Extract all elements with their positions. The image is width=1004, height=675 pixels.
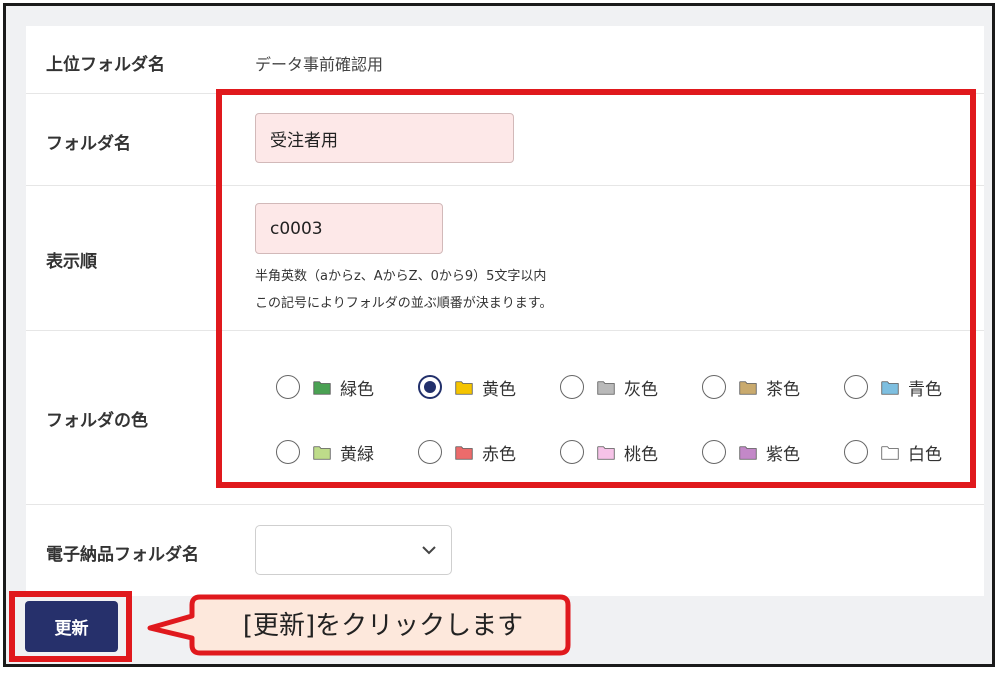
callout-text: [更新]をクリックします — [242, 610, 524, 641]
bottom-edge — [0, 667, 1004, 675]
callout-bubble — [147, 594, 571, 656]
